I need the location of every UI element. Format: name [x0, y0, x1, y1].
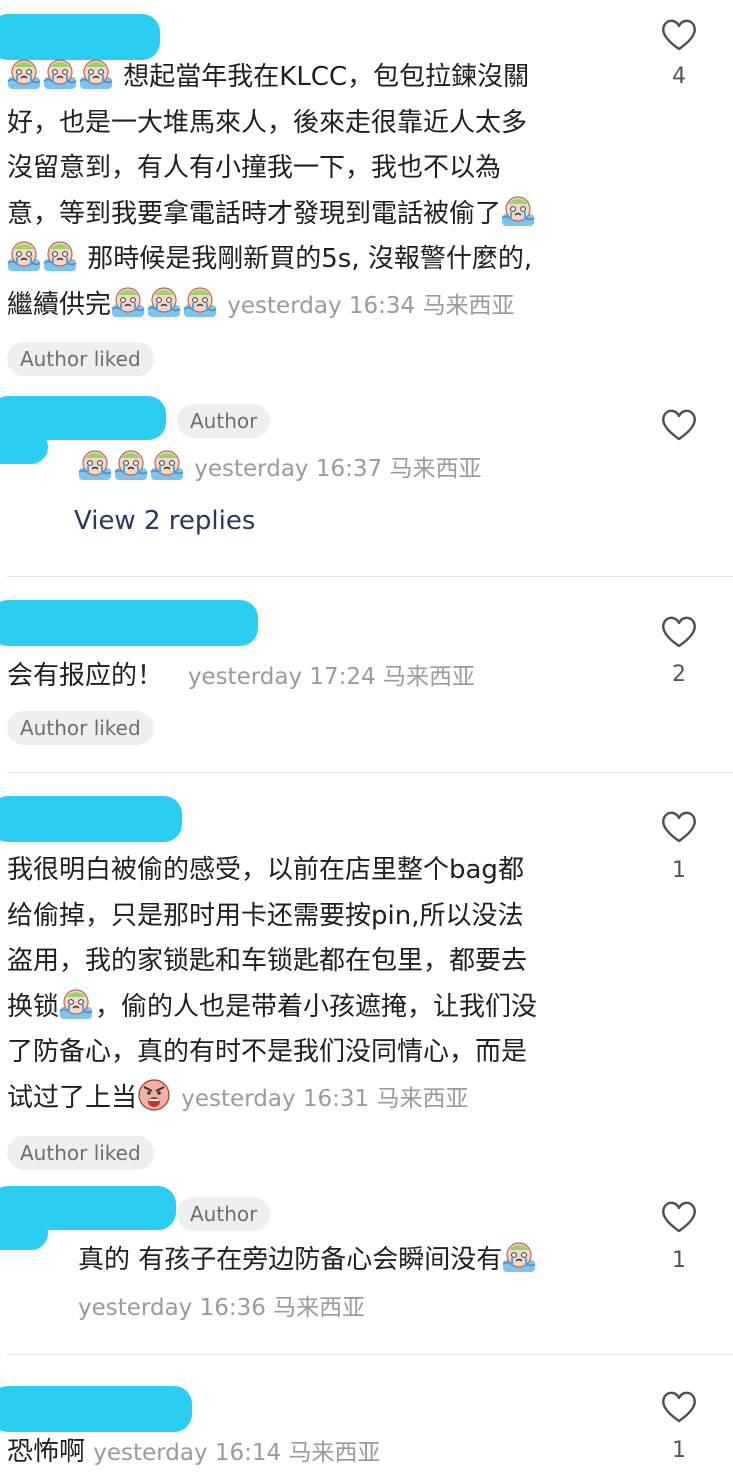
crying-face-icon [147, 285, 181, 319]
crying-face-icon [150, 448, 184, 482]
author-badge: Author [177, 1197, 271, 1231]
crying-face-icon [78, 448, 112, 482]
crying-face-icon [111, 285, 145, 319]
redacted-username [0, 14, 160, 60]
redacted-username [0, 600, 258, 646]
comment-text: 恐怖啊 yesterday 16:14 马来西亚 [7, 1437, 381, 1467]
divider [7, 576, 733, 577]
like-count: 1 [672, 1248, 686, 1273]
redacted-username [0, 1386, 192, 1432]
crying-face-icon [501, 194, 535, 228]
timestamp: yesterday 16:14 马来西亚 [93, 1440, 381, 1466]
author-badge: Author [177, 404, 271, 438]
comment-text: 我很明白被偷的感受，以前在店里整个bag都 给偷掉，只是那时用卡还需要按pin,… [7, 855, 538, 1113]
crying-face-icon [183, 285, 217, 319]
divider [7, 1354, 733, 1355]
author-liked-badge: Author liked [7, 1136, 154, 1170]
heart-icon[interactable] [660, 18, 698, 52]
heart-icon[interactable] [660, 615, 698, 649]
divider [7, 772, 733, 773]
heart-icon[interactable] [660, 1390, 698, 1424]
comment-text: 会有报应的！ yesterday 17:24 马来西亚 [7, 661, 475, 691]
like-count: 1 [672, 858, 686, 883]
author-liked-badge: Author liked [7, 342, 154, 376]
like-count: 1 [672, 1438, 686, 1463]
crying-face-icon [43, 239, 77, 273]
heart-icon[interactable] [660, 408, 698, 442]
timestamp: yesterday 16:36 马来西亚 [78, 1294, 366, 1321]
timestamp: yesterday 16:34 马来西亚 [227, 292, 515, 319]
heart-icon[interactable] [660, 810, 698, 844]
author-liked-badge: Author liked [7, 711, 154, 745]
crying-face-icon [43, 57, 77, 91]
view-replies-link[interactable]: View 2 replies [74, 506, 255, 536]
like-count: 4 [672, 64, 686, 89]
crying-face-icon [7, 239, 41, 273]
crying-face-icon [79, 57, 113, 91]
timestamp: yesterday 16:37 马来西亚 [194, 456, 482, 482]
timestamp: yesterday 16:31 马来西亚 [181, 1085, 469, 1112]
redacted-avatar [0, 1216, 48, 1250]
like-count: 2 [672, 662, 686, 687]
angry-face-icon [137, 1078, 171, 1112]
crying-face-icon [7, 57, 41, 91]
heart-icon[interactable] [660, 1200, 698, 1234]
reply-text: yesterday 16:37 马来西亚 [78, 446, 638, 493]
reply-text: 真的 有孩子在旁边防备心会瞬间没有 yesterday 16:36 马来西亚 [78, 1238, 638, 1331]
timestamp: yesterday 17:24 马来西亚 [187, 664, 475, 690]
comment-text: 想起當年我在KLCC，包包拉鍊沒關 好，也是一大堆馬來人，後來走很靠近人太多 沒… [7, 55, 627, 329]
redacted-username [0, 796, 182, 842]
redacted-avatar [0, 430, 48, 464]
crying-face-icon [114, 448, 148, 482]
crying-face-icon [59, 987, 93, 1021]
crying-face-icon [502, 1240, 536, 1274]
